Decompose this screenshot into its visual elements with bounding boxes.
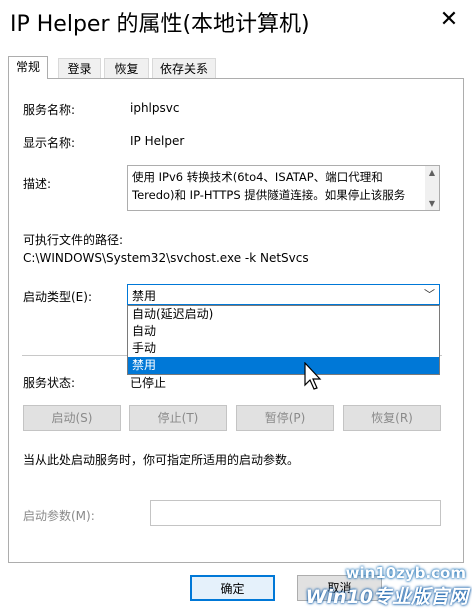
close-icon[interactable]: ✕ — [426, 0, 472, 40]
option-manual[interactable]: 手动 — [128, 340, 439, 357]
stop-button[interactable]: 停止(T) — [129, 405, 227, 431]
startup-type-select[interactable]: 禁用 ﹀ — [127, 284, 440, 305]
startup-params-input[interactable] — [150, 500, 441, 526]
window-title: IP Helper 的属性(本地计算机) — [10, 12, 310, 37]
scroll-up-icon[interactable]: ▲ — [425, 168, 439, 177]
pause-button[interactable]: 暂停(P) — [236, 405, 334, 431]
watermark-brand: Win10专业版官网 — [305, 586, 468, 608]
path-value: C:\WINDOWS\System32\svchost.exe -k NetSv… — [23, 251, 309, 265]
display-name-label: 显示名称: — [23, 136, 76, 150]
watermark: win10zyb.com Win10专业版官网 — [300, 560, 472, 612]
description-label: 描述: — [23, 177, 52, 191]
watermark-url: win10zyb.com — [345, 564, 466, 582]
description-scrollbar[interactable]: ▲ ▼ — [425, 166, 439, 210]
title-bar: IP Helper 的属性(本地计算机) ✕ — [0, 0, 472, 44]
mouse-pointer-icon — [304, 362, 322, 390]
tab-logon[interactable]: 登录 — [58, 58, 101, 78]
chevron-down-icon[interactable]: ﹀ — [424, 286, 435, 302]
service-status-value: 已停止 — [130, 376, 167, 390]
option-auto-delayed[interactable]: 自动(延迟启动) — [128, 306, 439, 323]
startup-params-label: 启动参数(M): — [23, 509, 95, 523]
startup-type-selected: 禁用 — [132, 289, 157, 303]
path-label: 可执行文件的路径: — [23, 233, 124, 247]
service-name-label: 服务名称: — [23, 103, 76, 117]
description-text: 使用 IPv6 转换技术(6to4、ISATAP、端口代理和 Teredo)和 … — [132, 170, 406, 202]
ok-button[interactable]: 确定 — [190, 575, 275, 601]
startup-type-dropdown: 自动(延迟启动) 自动 手动 禁用 — [127, 305, 440, 375]
startup-type-label: 启动类型(E): — [23, 290, 92, 304]
tab-recovery[interactable]: 恢复 — [104, 58, 149, 78]
service-name-value: iphlpsvc — [130, 101, 180, 115]
start-button[interactable]: 启动(S) — [23, 405, 121, 431]
tab-dependencies[interactable]: 依存关系 — [152, 58, 216, 78]
option-auto[interactable]: 自动 — [128, 323, 439, 340]
scroll-down-icon[interactable]: ▼ — [425, 199, 439, 208]
option-disabled[interactable]: 禁用 — [128, 357, 439, 374]
display-name-value: IP Helper — [130, 134, 185, 148]
service-status-label: 服务状态: — [23, 376, 76, 390]
startup-params-hint: 当从此处启动服务时，你可指定所适用的启动参数。 — [23, 453, 300, 467]
tab-general[interactable]: 常规 — [8, 56, 48, 79]
resume-button[interactable]: 恢复(R) — [343, 405, 441, 431]
description-box[interactable]: 使用 IPv6 转换技术(6to4、ISATAP、端口代理和 Teredo)和 … — [127, 165, 440, 211]
